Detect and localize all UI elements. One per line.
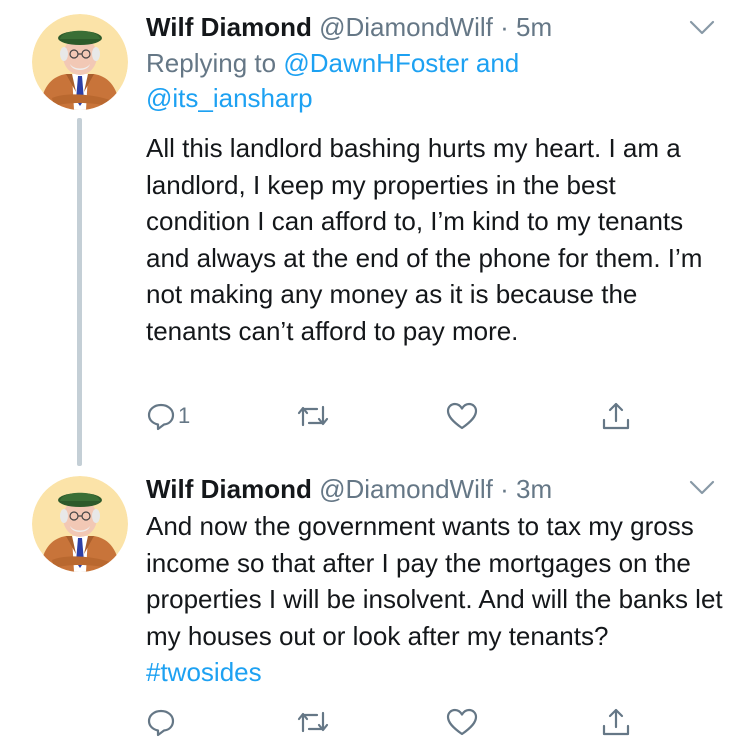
reply-icon	[146, 401, 176, 431]
share-button[interactable]	[600, 704, 632, 740]
replying-to-label: Replying to	[146, 48, 277, 78]
separator-dot: ·	[500, 474, 509, 504]
like-button[interactable]	[446, 704, 478, 740]
tweet[interactable]: Wilf Diamond @DiamondWilf · 5m Replying …	[0, 0, 745, 466]
tweet-header: Wilf Diamond @DiamondWilf · 5m	[146, 12, 725, 42]
author-handle[interactable]: @DiamondWilf	[319, 474, 493, 504]
author-name[interactable]: Wilf Diamond	[146, 474, 312, 504]
cartoon-man-avatar[interactable]	[32, 476, 128, 572]
tweet-actions	[146, 704, 646, 740]
tweet[interactable]: Wilf Diamond @DiamondWilf · 3m And now t…	[0, 460, 745, 748]
tweet-text: All this landlord bashing hurts my heart…	[146, 133, 703, 346]
chevron-down-icon[interactable]	[689, 20, 715, 36]
author-handle[interactable]: @DiamondWilf	[319, 12, 493, 42]
reply-icon	[146, 707, 176, 737]
replying-to: Replying to @DawnHFoster and @its_iansha…	[146, 46, 725, 116]
mention-link[interactable]: @its_iansharp	[146, 83, 313, 113]
retweet-icon	[296, 707, 330, 737]
thread-connector-line	[77, 118, 82, 466]
retweet-button[interactable]	[296, 704, 330, 740]
reply-button[interactable]	[146, 704, 176, 740]
reply-count: 1	[178, 403, 191, 428]
heart-icon	[446, 707, 478, 737]
separator-dot: ·	[500, 12, 509, 42]
tweet-text-content: And now the government wants to tax my g…	[146, 511, 723, 651]
timestamp[interactable]: 3m	[516, 474, 552, 504]
heart-icon	[446, 401, 478, 431]
share-button[interactable]	[600, 398, 632, 434]
timestamp[interactable]: 5m	[516, 12, 552, 42]
tweet-text: And now the government wants to tax my g…	[146, 508, 725, 691]
cartoon-man-avatar[interactable]	[32, 14, 128, 110]
mention-link[interactable]: @DawnHFoster	[283, 48, 468, 78]
author-name[interactable]: Wilf Diamond	[146, 12, 312, 42]
like-button[interactable]	[446, 398, 478, 434]
tweet-header: Wilf Diamond @DiamondWilf · 3m	[146, 474, 725, 504]
retweet-icon	[296, 401, 330, 431]
chevron-down-icon[interactable]	[689, 480, 715, 496]
share-icon	[600, 400, 632, 432]
reply-button[interactable]: 1	[146, 398, 190, 434]
share-icon	[600, 706, 632, 738]
retweet-button[interactable]	[296, 398, 330, 434]
reply-and-text[interactable]: and	[476, 48, 519, 78]
tweet-actions: 1	[146, 398, 646, 434]
hashtag-link[interactable]: #twosides	[146, 657, 262, 687]
